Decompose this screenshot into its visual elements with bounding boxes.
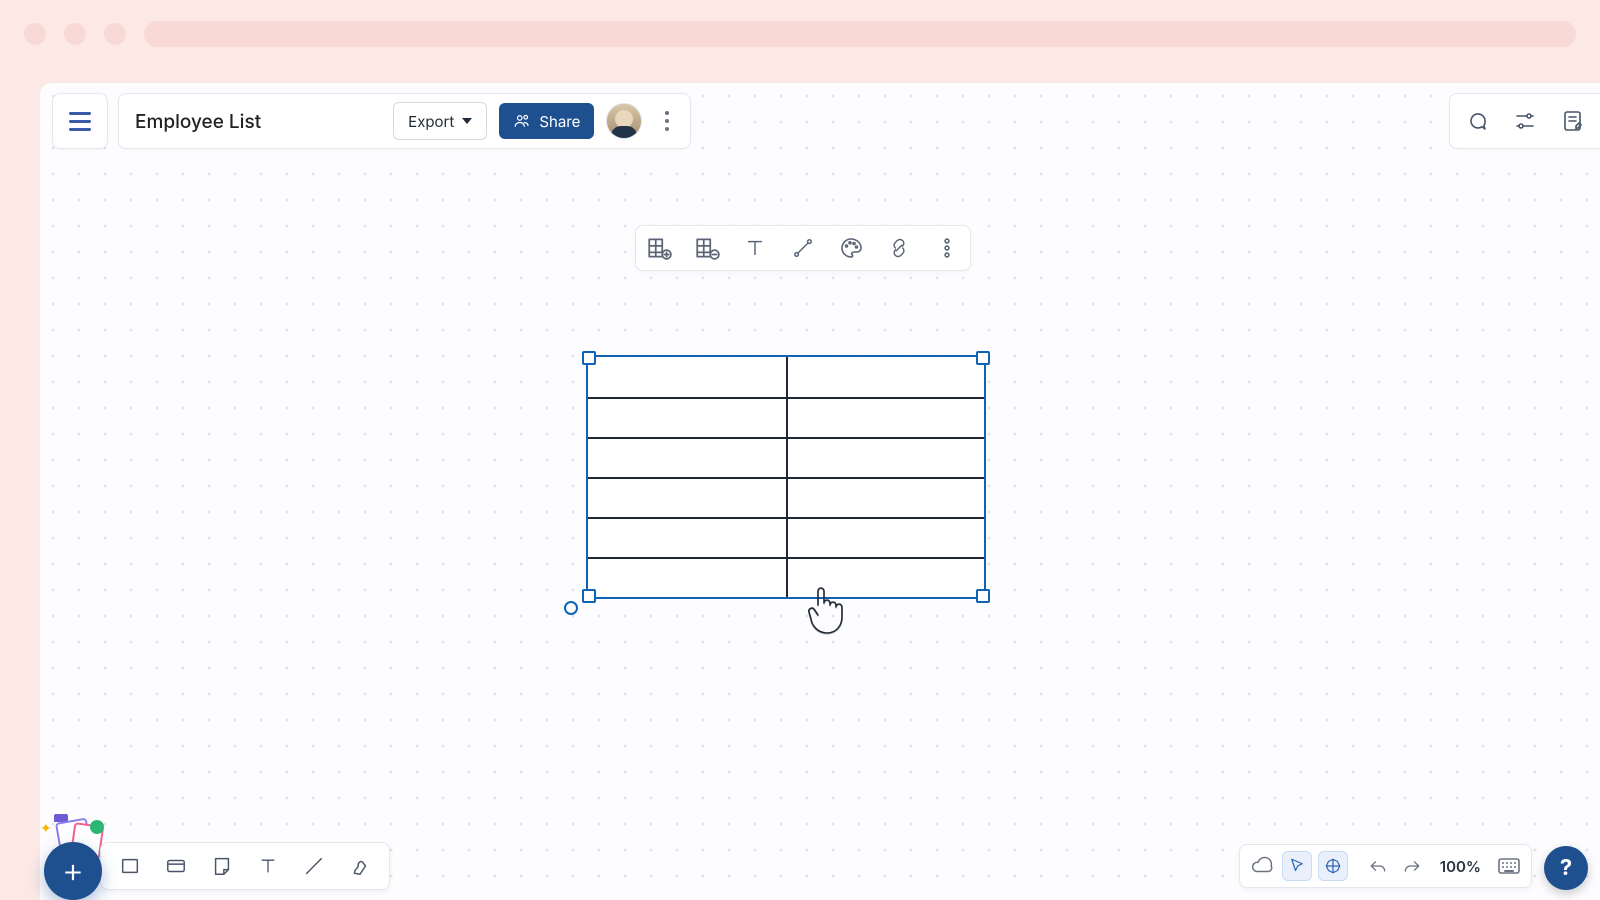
document-more-button[interactable] [654, 108, 680, 134]
settings-sliders-icon[interactable] [1512, 108, 1538, 134]
resize-handle-top-left[interactable] [582, 351, 596, 365]
question-icon: ? [1560, 855, 1572, 881]
avatar[interactable] [606, 103, 642, 139]
traffic-light-fullscreen [104, 23, 126, 45]
resize-handle-bottom-left[interactable] [582, 589, 596, 603]
text-tool-icon[interactable] [255, 853, 281, 879]
right-tools [1449, 93, 1600, 149]
keyboard-icon[interactable] [1495, 852, 1523, 880]
table-grid [588, 357, 984, 597]
document-header: Employee List Export Share [118, 93, 691, 149]
main-menu-button[interactable] [52, 93, 108, 149]
url-bar-placeholder [144, 21, 1576, 47]
cloud-sync-icon[interactable] [1248, 852, 1276, 880]
text-tool-icon[interactable] [742, 235, 768, 261]
resize-handle-top-right[interactable] [976, 351, 990, 365]
connector-tool-icon[interactable] [790, 235, 816, 261]
canvas[interactable]: Employee List Export Share [40, 83, 1600, 900]
resize-handle-bottom-right[interactable] [976, 589, 990, 603]
table-add-column-icon[interactable] [646, 235, 672, 261]
document-title[interactable]: Employee List [135, 110, 261, 133]
zoom-level[interactable]: 100% [1432, 857, 1489, 876]
export-button[interactable]: Export [393, 102, 487, 140]
share-label: Share [539, 112, 580, 131]
pan-tool-icon[interactable] [1318, 851, 1348, 881]
undo-icon[interactable] [1364, 852, 1392, 880]
traffic-light-minimize [64, 23, 86, 45]
link-icon[interactable] [886, 235, 912, 261]
rotate-handle[interactable] [564, 601, 578, 615]
rectangle-tool-icon[interactable] [117, 853, 143, 879]
table-remove-column-icon[interactable] [694, 235, 720, 261]
share-button[interactable]: Share [499, 103, 594, 139]
sticky-note-tool-icon[interactable] [209, 853, 235, 879]
select-tool-icon[interactable] [1282, 851, 1312, 881]
notes-icon[interactable] [1560, 108, 1586, 134]
selection-toolbar [635, 225, 971, 271]
table-shape[interactable] [586, 355, 986, 599]
shape-toolbar [100, 842, 390, 890]
plus-icon: + [62, 854, 84, 888]
redo-icon[interactable] [1398, 852, 1426, 880]
export-label: Export [408, 112, 454, 131]
line-tool-icon[interactable] [301, 853, 327, 879]
caret-down-icon [462, 118, 472, 124]
view-toolbar: 100% [1239, 844, 1532, 888]
add-shape-fab[interactable]: + [44, 842, 102, 900]
toolbar-more-button[interactable] [934, 235, 960, 261]
traffic-light-close [24, 23, 46, 45]
color-palette-icon[interactable] [838, 235, 864, 261]
help-fab[interactable]: ? [1544, 846, 1588, 890]
comments-icon[interactable] [1464, 108, 1490, 134]
card-tool-icon[interactable] [163, 853, 189, 879]
people-icon [513, 112, 531, 130]
hamburger-icon [69, 112, 91, 131]
browser-chrome [0, 16, 1600, 52]
freehand-tool-icon[interactable] [347, 853, 373, 879]
